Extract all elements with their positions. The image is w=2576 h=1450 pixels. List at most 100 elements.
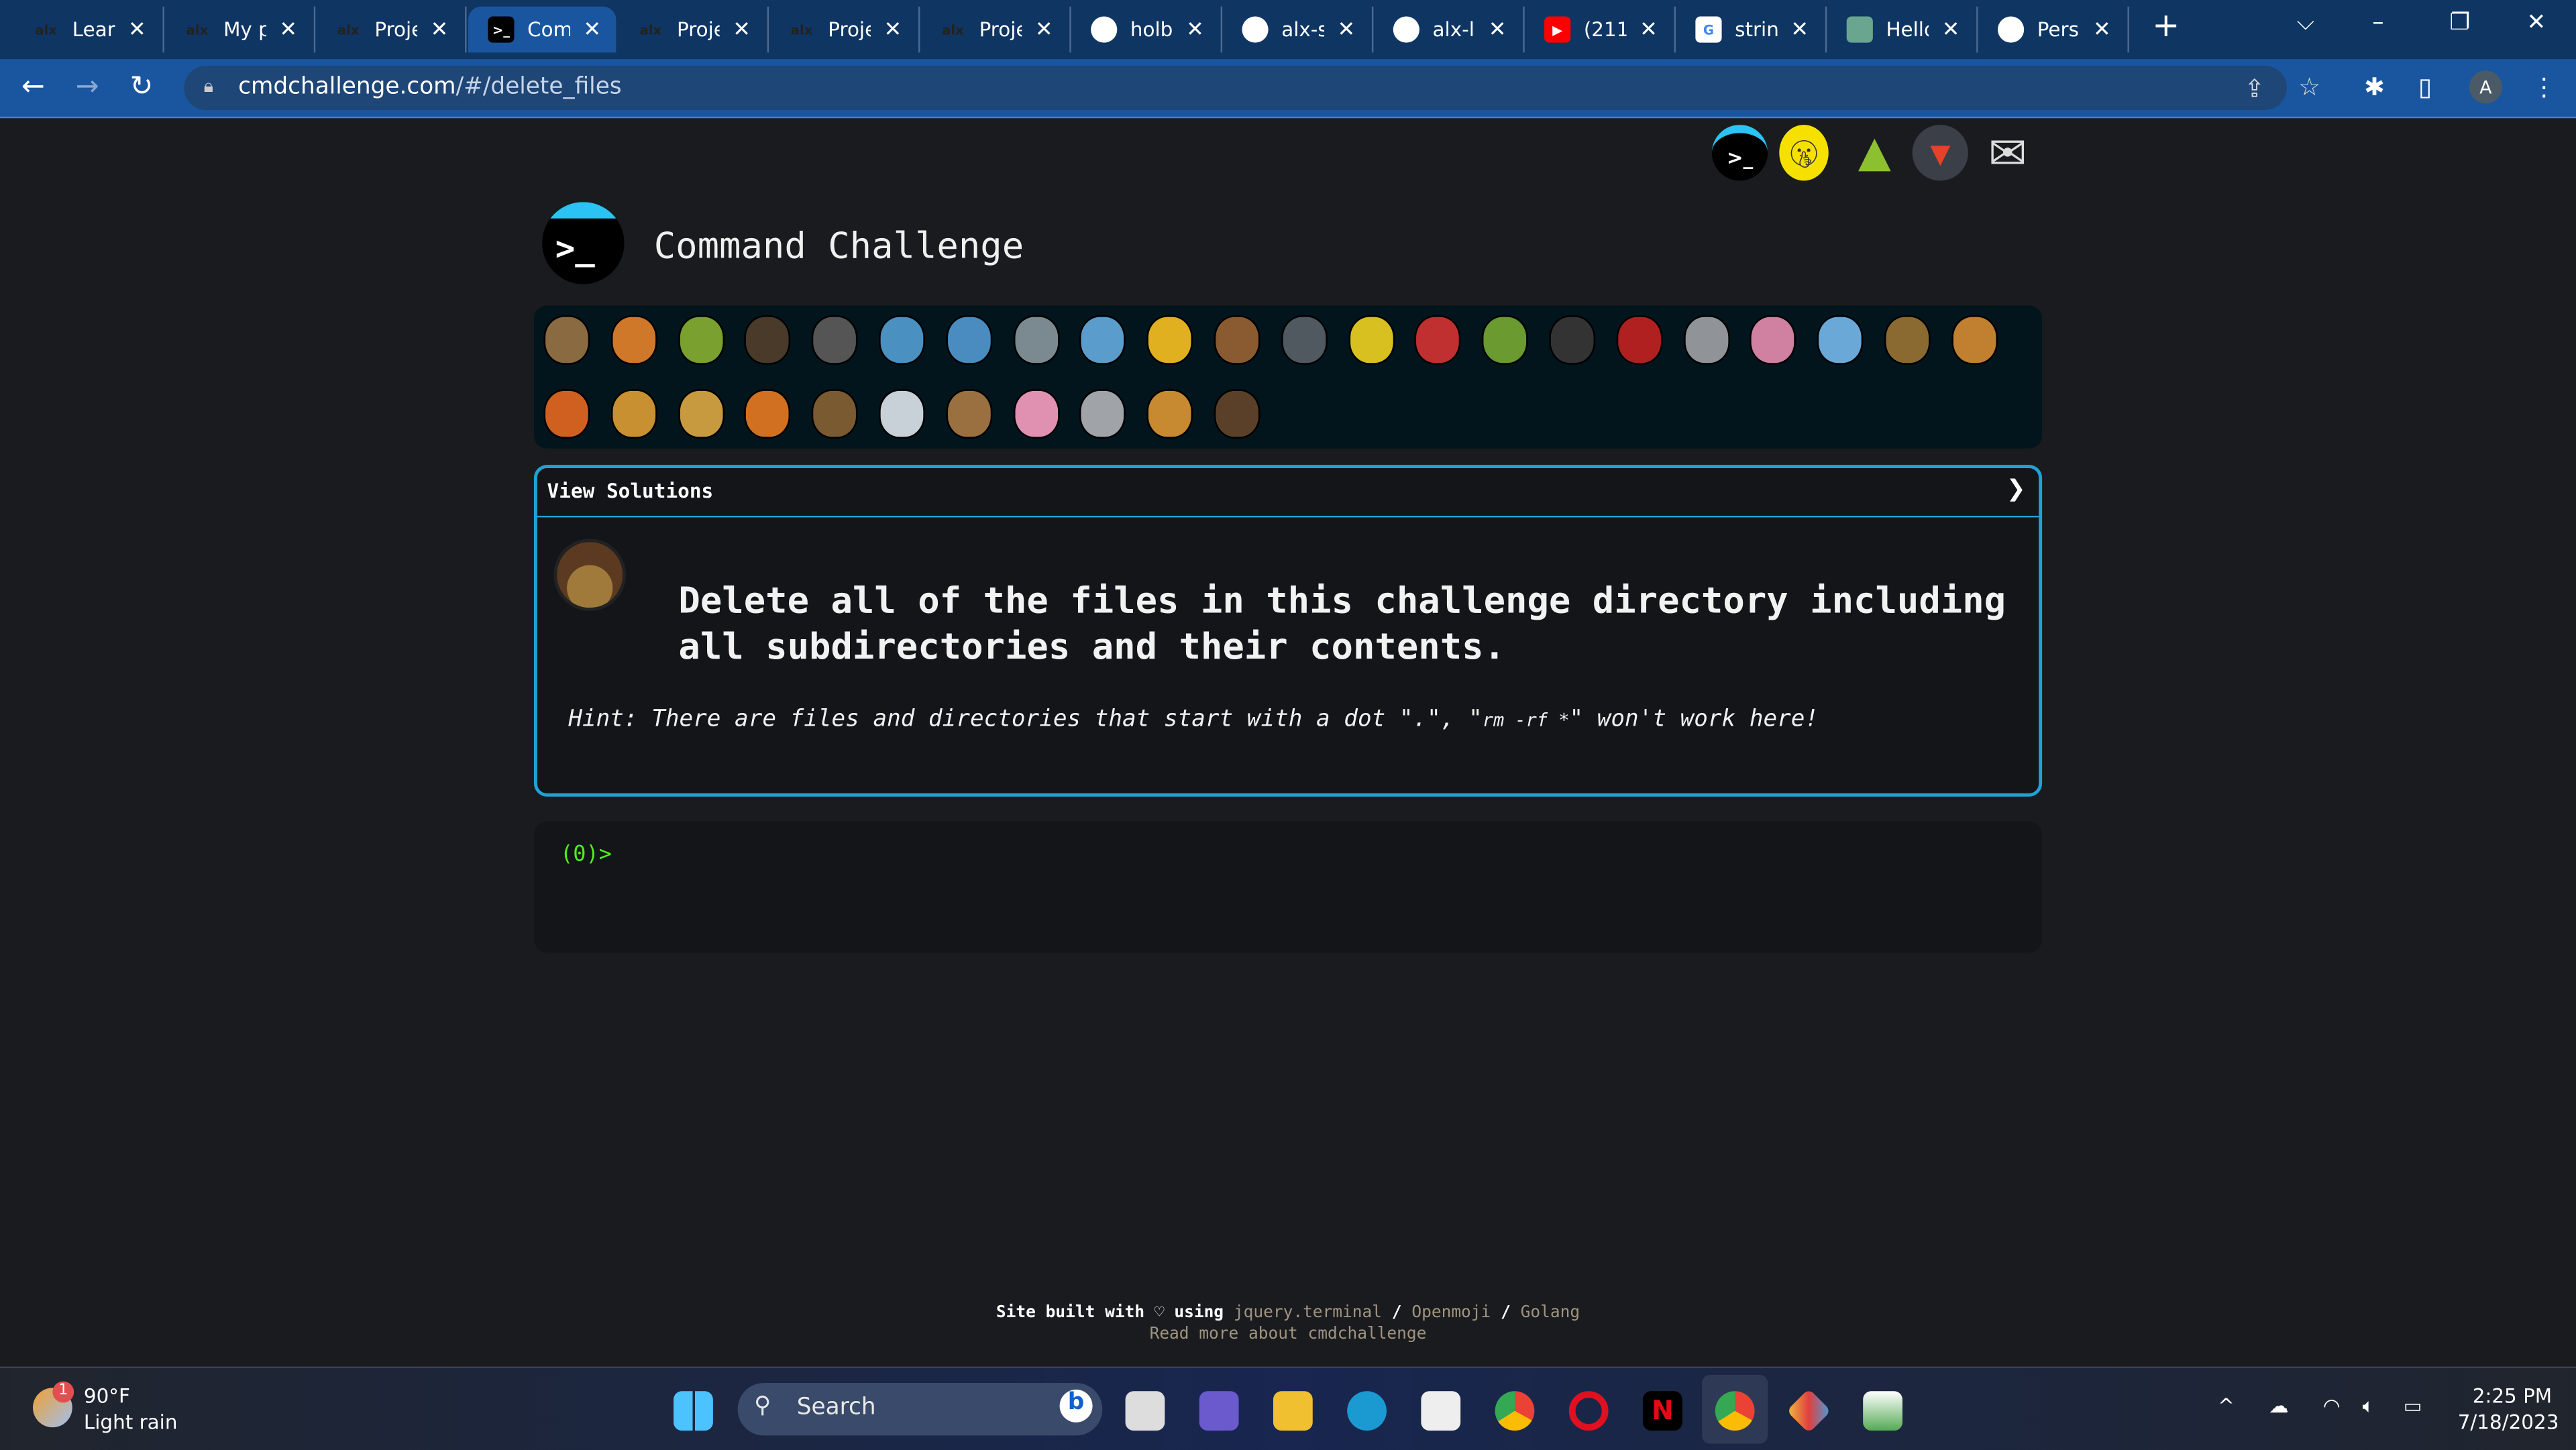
cat-icon[interactable] bbox=[610, 389, 657, 439]
fly-icon[interactable] bbox=[1683, 315, 1729, 365]
wifi-icon[interactable]: ◠ bbox=[2323, 1394, 2341, 1417]
ant-icon[interactable] bbox=[745, 315, 791, 365]
wolf-icon[interactable] bbox=[1281, 315, 1328, 365]
tab-youtube[interactable]: ▶ (211) ✕ bbox=[1525, 6, 1676, 53]
bear-icon[interactable] bbox=[1214, 389, 1260, 439]
tab-alx[interactable]: alx Proje ✕ bbox=[315, 6, 467, 53]
tab-github[interactable]: alx-s ✕ bbox=[1222, 6, 1374, 53]
netflix-icon[interactable]: N bbox=[1643, 1391, 1682, 1431]
close-window-button[interactable]: ✕ bbox=[2527, 10, 2546, 36]
clock-time[interactable]: 2:25 PM bbox=[2473, 1385, 2552, 1408]
lion-icon[interactable] bbox=[678, 389, 724, 439]
jquery-terminal-link[interactable]: jquery.terminal bbox=[1234, 1304, 1382, 1323]
tab-github[interactable]: alx-lo ✕ bbox=[1373, 6, 1525, 53]
spider-icon[interactable] bbox=[1549, 315, 1595, 365]
opera-icon[interactable] bbox=[1568, 1391, 1609, 1431]
side-panel-icon[interactable]: ▯ bbox=[2418, 72, 2432, 102]
fish-icon[interactable] bbox=[1079, 315, 1126, 365]
close-tab-icon[interactable]: ✕ bbox=[2093, 17, 2111, 42]
url-text[interactable]: cmdchallenge.com/#/delete_files bbox=[238, 74, 622, 100]
omnibox[interactable]: 🔒︎ cmdchallenge.com/#/delete_files ⇪ ☆ bbox=[184, 65, 2320, 111]
tab-google[interactable]: Gstring ✕ bbox=[1676, 6, 1827, 53]
new-tab-button[interactable]: + bbox=[2152, 5, 2180, 44]
tab-alx[interactable]: alx My p ✕ bbox=[164, 6, 316, 53]
extensions-icon[interactable]: ✱ bbox=[2364, 72, 2385, 102]
close-tab-icon[interactable]: ✕ bbox=[1942, 17, 1960, 42]
onedrive-icon[interactable]: ☁ bbox=[2269, 1394, 2288, 1417]
clock-date[interactable]: 7/18/2023 bbox=[2458, 1411, 2559, 1434]
golang-link[interactable]: Golang bbox=[1521, 1304, 1580, 1323]
teams-icon[interactable] bbox=[1199, 1391, 1239, 1431]
hamster-icon[interactable] bbox=[1146, 389, 1193, 439]
scorpion-icon[interactable] bbox=[1616, 315, 1662, 365]
spider-web-icon[interactable] bbox=[812, 315, 858, 365]
gitlab-icon[interactable]: ▼ bbox=[1912, 125, 1968, 181]
tab-chatgpt[interactable]: Hello ✕ bbox=[1827, 6, 1978, 53]
show-hidden-icons[interactable]: ^ bbox=[2218, 1394, 2235, 1417]
tiger-icon[interactable] bbox=[745, 389, 791, 439]
volume-icon[interactable]: 🔈︎ bbox=[2363, 1394, 2375, 1419]
menu-kebab-icon[interactable]: ⋮ bbox=[2532, 72, 2557, 102]
forward-button[interactable]: → bbox=[76, 70, 99, 103]
dolphin-icon[interactable] bbox=[946, 315, 992, 365]
bookmark-star-icon[interactable]: ☆ bbox=[2298, 72, 2320, 102]
reload-button[interactable]: ↻ bbox=[129, 70, 153, 103]
store-icon[interactable] bbox=[1421, 1391, 1461, 1431]
shark-icon[interactable] bbox=[1013, 315, 1059, 365]
pig-icon[interactable] bbox=[1013, 389, 1059, 439]
caterpillar-icon[interactable] bbox=[678, 315, 724, 365]
horse-icon[interactable] bbox=[812, 389, 858, 439]
mouse-icon[interactable] bbox=[1079, 389, 1126, 439]
tab-search-chevron-icon[interactable]: ⌵ bbox=[2297, 10, 2314, 36]
fox-icon[interactable] bbox=[543, 389, 590, 439]
tab-github[interactable]: Perso ✕ bbox=[1978, 6, 2129, 53]
tab-alx[interactable]: alx Proje ✕ bbox=[769, 6, 920, 53]
close-tab-icon[interactable]: ✕ bbox=[1790, 17, 1809, 42]
close-tab-icon[interactable]: ✕ bbox=[1640, 17, 1658, 42]
read-more-link[interactable]: Read more about cmdchallenge bbox=[1150, 1325, 1427, 1343]
tab-github[interactable]: holbe ✕ bbox=[1071, 6, 1223, 53]
back-button[interactable]: ← bbox=[21, 70, 45, 103]
dog-icon[interactable] bbox=[1951, 315, 1998, 365]
site-logo[interactable]: >_ bbox=[542, 202, 625, 284]
butterfly-icon[interactable] bbox=[610, 315, 657, 365]
task-view-icon[interactable] bbox=[1125, 1391, 1165, 1431]
taskbar-search[interactable]: ⚲ Search b bbox=[737, 1383, 1103, 1436]
chrome-icon[interactable] bbox=[1495, 1391, 1535, 1431]
tab-alx[interactable]: alx Proje ✕ bbox=[618, 6, 769, 53]
tropical-fish-icon[interactable] bbox=[1146, 315, 1193, 365]
close-tab-icon[interactable]: ✕ bbox=[128, 17, 146, 42]
profile-avatar[interactable]: A bbox=[2469, 70, 2502, 104]
monkey-icon[interactable] bbox=[1884, 315, 1931, 365]
restore-button[interactable]: ❐ bbox=[2449, 10, 2470, 36]
cow-icon[interactable] bbox=[946, 389, 992, 439]
snail-icon[interactable] bbox=[543, 315, 590, 365]
battery-icon[interactable]: ▭ bbox=[2404, 1394, 2422, 1417]
close-tab-icon[interactable]: ✕ bbox=[884, 17, 902, 42]
whale-icon[interactable] bbox=[879, 315, 925, 365]
file-explorer-icon[interactable] bbox=[1273, 1391, 1313, 1431]
close-tab-icon[interactable]: ✕ bbox=[733, 17, 751, 42]
start-button[interactable] bbox=[674, 1391, 713, 1431]
bee-icon[interactable] bbox=[1348, 315, 1395, 365]
close-tab-icon[interactable]: ✕ bbox=[1489, 17, 1507, 42]
cricket-icon[interactable] bbox=[1482, 315, 1529, 365]
worm-icon[interactable] bbox=[1750, 315, 1796, 365]
terminal[interactable]: (0)> bbox=[533, 821, 2043, 953]
unicorn-icon[interactable] bbox=[879, 389, 925, 439]
weather-condition[interactable]: Light rain bbox=[84, 1411, 178, 1434]
mail-icon[interactable]: ✉ bbox=[1980, 125, 2035, 180]
app-icon[interactable] bbox=[1786, 1388, 1831, 1433]
close-tab-icon[interactable]: ✕ bbox=[279, 17, 297, 42]
close-tab-icon[interactable]: ✕ bbox=[583, 17, 601, 42]
share-icon[interactable]: ⇪ bbox=[2244, 74, 2265, 103]
ladybug-icon[interactable] bbox=[1415, 315, 1462, 365]
tab-alx[interactable]: alx Proje ✕ bbox=[920, 6, 1071, 53]
close-tab-icon[interactable]: ✕ bbox=[431, 17, 449, 42]
shushing-face-icon[interactable]: 🤫︎ bbox=[1779, 125, 1829, 181]
image-editor-icon[interactable] bbox=[1863, 1391, 1902, 1431]
view-solutions-toggle[interactable]: View Solutions ❯ bbox=[537, 468, 2039, 518]
close-tab-icon[interactable]: ✕ bbox=[1035, 17, 1053, 42]
microbe-icon[interactable] bbox=[1817, 315, 1864, 365]
blowfish-icon[interactable] bbox=[1214, 315, 1260, 365]
